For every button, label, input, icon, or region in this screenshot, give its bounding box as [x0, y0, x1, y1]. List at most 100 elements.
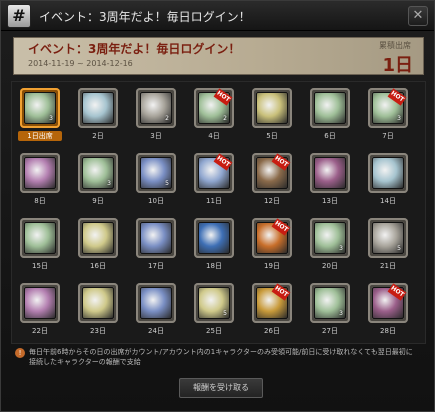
item-quantity: 3 — [339, 245, 343, 252]
reward-day-13[interactable]: 13日 — [304, 152, 352, 214]
reward-day-25[interactable]: 5 25日 — [188, 282, 236, 344]
day-label: 20日 — [322, 262, 338, 270]
attendance-count: 1日 — [382, 55, 413, 76]
scroll-icon: 2 — [140, 92, 172, 124]
claim-reward-button[interactable]: 報酬を受け取る — [179, 378, 263, 398]
reward-day-9[interactable]: 3 9日 — [72, 152, 120, 214]
potion-box-icon: 3 — [314, 287, 346, 319]
event-title: イベント：3周年だよ！毎日ログイン！ — [28, 42, 241, 56]
item-quantity: 3 — [107, 180, 111, 187]
info-icon: ! — [15, 348, 25, 358]
reward-day-16[interactable]: 16日 — [72, 217, 120, 279]
day-label: 25日 — [206, 327, 222, 335]
day-label: 24日 — [148, 327, 164, 335]
reward-day-17[interactable]: 17日 — [130, 217, 178, 279]
potion-box-icon: HOT 3 — [372, 88, 407, 124]
angel-statue-icon — [82, 92, 114, 124]
gift-box-icon: HOT — [256, 218, 291, 254]
day-label: 2日 — [92, 132, 104, 140]
day-label: 11日 — [206, 197, 222, 205]
brown-scroll-icon: HOT — [256, 153, 291, 189]
angel-statue-icon — [372, 157, 404, 189]
item-quantity: 2 — [165, 115, 169, 122]
day-label: 8日 — [34, 197, 46, 205]
attendance-count-label: 累積出席 — [379, 41, 411, 50]
day-label: 27日 — [322, 327, 338, 335]
close-button[interactable]: ✕ — [408, 6, 428, 26]
notice-text: 毎日午前6時からその日の出席がカウント/アカウント内の1キャラクターのみ受領可能… — [29, 348, 413, 366]
day-label: 26日 — [264, 327, 280, 335]
golden-statue-icon — [256, 92, 288, 124]
reward-day-14[interactable]: 14日 — [362, 152, 410, 214]
event-dates: 2014-11-19 ~ 2014-12-16 — [28, 59, 133, 68]
reward-day-8[interactable]: 8日 — [14, 152, 62, 214]
reward-day-12[interactable]: HOT 12日 — [246, 152, 294, 214]
attendance-window: # イベント：3周年だよ！毎日ログイン！ ✕ イベント：3周年だよ！毎日ログイン… — [0, 0, 435, 412]
reward-day-1[interactable]: 3 1日出席 — [14, 87, 62, 149]
reward-grid: 3 1日出席 2日 2 3日 HOT 2 4日 5日 6日 HOT 3 7日 8日 3 9日 5 10日 HOT 11… — [11, 81, 426, 344]
day-label: 18日 — [206, 262, 222, 270]
day-label: 13日 — [322, 197, 338, 205]
potion-box-icon: 3 — [82, 157, 114, 189]
hash-icon: # — [7, 4, 31, 28]
item-quantity: 5 — [397, 245, 401, 252]
event-banner: イベント：3周年だよ！毎日ログイン！ 2014-11-19 ~ 2014-12-… — [13, 37, 424, 76]
item-quantity: 5 — [223, 310, 227, 317]
reward-day-21[interactable]: 5 21日 — [362, 217, 410, 279]
day-label: 5日 — [266, 132, 278, 140]
day-label: 22日 — [32, 327, 48, 335]
reward-day-5[interactable]: 5日 — [246, 87, 294, 149]
reward-day-28[interactable]: HOT 28日 — [362, 282, 410, 344]
day-label: 9日 — [92, 197, 104, 205]
reward-day-6[interactable]: 6日 — [304, 87, 352, 149]
reward-day-26[interactable]: HOT 26日 — [246, 282, 294, 344]
yellow-bottle-icon — [82, 222, 114, 254]
crystal-cube-icon: HOT — [198, 153, 233, 189]
reward-day-2[interactable]: 2日 — [72, 87, 120, 149]
reward-day-10[interactable]: 5 10日 — [130, 152, 178, 214]
reward-day-3[interactable]: 2 3日 — [130, 87, 178, 149]
reward-day-4[interactable]: HOT 2 4日 — [188, 87, 236, 149]
reward-day-7[interactable]: HOT 3 7日 — [362, 87, 410, 149]
reward-day-11[interactable]: HOT 11日 — [188, 152, 236, 214]
item-quantity: 5 — [165, 180, 169, 187]
reward-day-24[interactable]: 24日 — [130, 282, 178, 344]
day-label: 10日 — [148, 197, 164, 205]
red-blue-capsule-icon: 5 — [140, 157, 172, 189]
purple-potion-icon — [314, 157, 346, 189]
item-quantity: 3 — [397, 115, 401, 122]
reward-day-20[interactable]: 3 20日 — [304, 217, 352, 279]
day-label: 23日 — [90, 327, 106, 335]
potion-box-icon: HOT 2 — [198, 88, 233, 124]
scroll-icon: 5 — [372, 222, 404, 254]
day-label: 1日出席 — [18, 131, 62, 141]
day-label: 3日 — [150, 132, 162, 140]
potion-box-icon: 3 — [314, 222, 346, 254]
reward-day-27[interactable]: 3 27日 — [304, 282, 352, 344]
pink-potion-icon — [24, 157, 56, 189]
yellow-bottle-icon: 5 — [198, 287, 230, 319]
reward-day-22[interactable]: 22日 — [14, 282, 62, 344]
item-quantity: 3 — [49, 115, 53, 122]
day-label: 7日 — [382, 132, 394, 140]
day-label: 21日 — [380, 262, 396, 270]
window-title: イベント：3周年だよ！毎日ログイン！ — [39, 10, 251, 24]
blue-gem-icon — [198, 222, 230, 254]
day-label: 19日 — [264, 262, 280, 270]
potion-box-icon — [24, 222, 56, 254]
potion-box-icon: 3 — [24, 92, 56, 124]
title-bar[interactable]: # イベント：3周年だよ！毎日ログイン！ ✕ — [1, 1, 434, 31]
item-quantity: 3 — [339, 310, 343, 317]
day-label: 6日 — [324, 132, 336, 140]
reward-day-18[interactable]: 18日 — [188, 217, 236, 279]
day-label: 4日 — [208, 132, 220, 140]
day-label: 12日 — [264, 197, 280, 205]
day-label: 14日 — [380, 197, 396, 205]
reward-day-23[interactable]: 23日 — [72, 282, 120, 344]
pink-potion-icon — [24, 287, 56, 319]
reward-day-15[interactable]: 15日 — [14, 217, 62, 279]
day-label: 17日 — [148, 262, 164, 270]
golden-box-icon: HOT — [256, 283, 291, 319]
day-label: 15日 — [32, 262, 48, 270]
reward-day-19[interactable]: HOT 19日 — [246, 217, 294, 279]
